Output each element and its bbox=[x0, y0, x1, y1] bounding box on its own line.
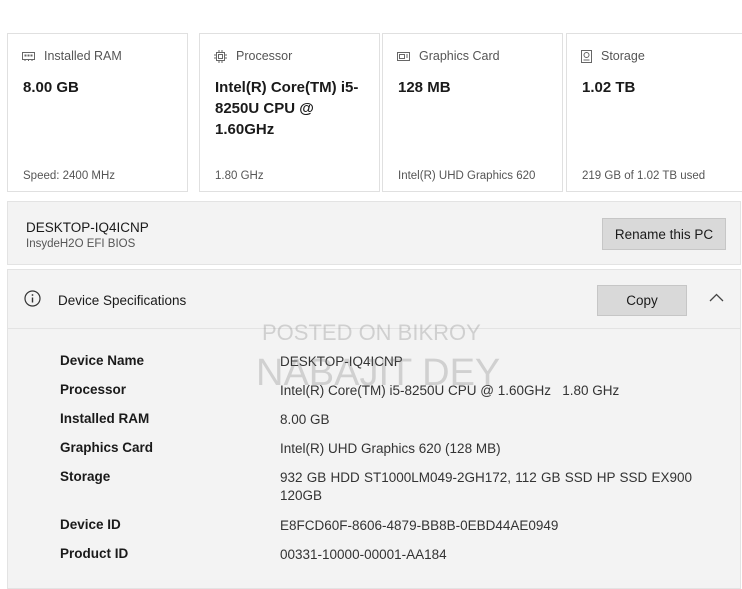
spec-value: 8.00 GB bbox=[280, 412, 330, 427]
graphics-card-icon bbox=[397, 51, 410, 61]
spec-value: DESKTOP-IQ4ICNP bbox=[280, 354, 403, 369]
card-value: 1.02 TB bbox=[582, 79, 636, 96]
device-specifications-header[interactable]: Device Specifications Copy bbox=[8, 270, 740, 329]
spec-key: Device Name bbox=[60, 353, 145, 368]
card-title: Graphics Card bbox=[419, 49, 500, 63]
rename-pc-button[interactable]: Rename this PC bbox=[602, 218, 726, 250]
card-title: Storage bbox=[601, 49, 645, 63]
graphics-card-card: Graphics Card 128 MB Intel(R) UHD Graphi… bbox=[382, 33, 563, 192]
installed-ram-card: Installed RAM 8.00 GB Speed: 2400 MHz bbox=[7, 33, 188, 192]
card-subtitle: Speed: 2400 MHz bbox=[23, 170, 116, 182]
device-specifications-panel: Device Specifications Copy Device Name D… bbox=[7, 269, 741, 589]
bios-label: InsydeH2O EFI BIOS bbox=[26, 238, 136, 250]
device-specifications-title: Device Specifications bbox=[58, 293, 187, 308]
spec-value: Intel(R) UHD Graphics 620 (128 MB) bbox=[280, 441, 501, 456]
spec-key: Device ID bbox=[60, 517, 121, 532]
card-subtitle: 1.80 GHz bbox=[215, 170, 264, 182]
pc-name: DESKTOP-IQ4ICNP bbox=[26, 220, 149, 235]
pc-name-panel: DESKTOP-IQ4ICNP InsydeH2O EFI BIOS Renam… bbox=[7, 201, 741, 265]
storage-card: Storage 1.02 TB 219 GB of 1.02 TB used bbox=[566, 33, 742, 192]
spec-key: Graphics Card bbox=[60, 440, 154, 455]
memory-icon bbox=[22, 52, 35, 61]
spec-key: Processor bbox=[60, 382, 127, 397]
spec-value: 932 GB HDD ST1000LM049-2GH172, 112 GB SS… bbox=[280, 470, 692, 503]
spec-key: Product ID bbox=[60, 546, 129, 561]
card-title: Installed RAM bbox=[44, 49, 122, 63]
spec-value: Intel(R) Core(TM) i5-8250U CPU @ 1.60GHz… bbox=[280, 383, 620, 398]
processor-icon bbox=[214, 49, 227, 63]
spec-key: Installed RAM bbox=[60, 411, 150, 426]
card-subtitle: Intel(R) UHD Graphics 620 bbox=[398, 170, 536, 182]
card-value: Intel(R) Core(TM) i5-8250U CPU @ 1.60GHz bbox=[215, 79, 359, 138]
card-value: 128 MB bbox=[398, 79, 451, 96]
spec-key: Storage bbox=[60, 469, 111, 484]
card-title: Processor bbox=[236, 49, 293, 63]
chevron-up-icon[interactable] bbox=[709, 293, 724, 302]
info-icon bbox=[24, 290, 41, 307]
card-value: 8.00 GB bbox=[23, 79, 79, 96]
spec-value: 00331-10000-00001-AA184 bbox=[280, 547, 447, 562]
processor-card: Processor Intel(R) Core(TM) i5-8250U CPU… bbox=[199, 33, 380, 192]
card-subtitle: 219 GB of 1.02 TB used bbox=[582, 170, 706, 182]
copy-button[interactable]: Copy bbox=[597, 285, 687, 316]
storage-icon bbox=[581, 49, 592, 63]
spec-value: E8FCD60F-8606-4879-BB8B-0EBD44AE0949 bbox=[280, 518, 559, 533]
